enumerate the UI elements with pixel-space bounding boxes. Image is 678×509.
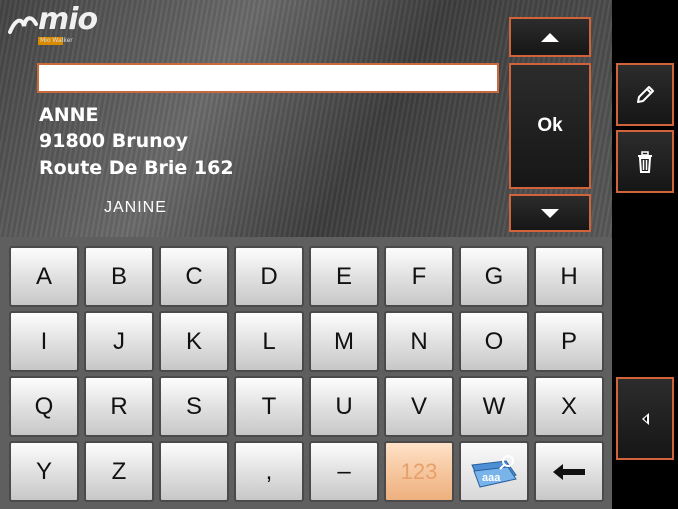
- result-city: 91800 Brunoy: [39, 130, 189, 152]
- result-street: Route De Brie 162: [39, 157, 234, 179]
- result-name: ANNE: [39, 104, 99, 126]
- key-s[interactable]: S: [159, 376, 229, 437]
- key-comma[interactable]: ,: [234, 441, 304, 502]
- key-v[interactable]: V: [384, 376, 454, 437]
- back-button[interactable]: [616, 377, 674, 460]
- key-numeric[interactable]: 123: [384, 441, 454, 502]
- key-j[interactable]: J: [84, 311, 154, 372]
- key-layout[interactable]: aaa: [459, 441, 529, 502]
- edit-button[interactable]: [616, 63, 674, 126]
- scroll-down-button[interactable]: [509, 194, 591, 232]
- result-contact: JANINE: [104, 199, 167, 216]
- scroll-up-button[interactable]: [509, 17, 591, 57]
- key-p[interactable]: P: [534, 311, 604, 372]
- key-i[interactable]: I: [9, 311, 79, 372]
- key-k[interactable]: K: [159, 311, 229, 372]
- logo-text: mio: [38, 2, 98, 37]
- mio-logo: mio Mio Walker: [8, 2, 108, 48]
- key-z[interactable]: Z: [84, 441, 154, 502]
- key-q[interactable]: Q: [9, 376, 79, 437]
- key-l[interactable]: L: [234, 311, 304, 372]
- on-screen-keyboard: A B C D E F G H I J K L M N O P Q R S T …: [0, 237, 612, 509]
- key-a[interactable]: A: [9, 246, 79, 307]
- key-y[interactable]: Y: [9, 441, 79, 502]
- key-d[interactable]: D: [234, 246, 304, 307]
- logo-subtitle: Mio Walker: [38, 37, 100, 45]
- svg-text:aaa: aaa: [482, 472, 501, 484]
- key-c[interactable]: C: [159, 246, 229, 307]
- key-dash[interactable]: –: [309, 441, 379, 502]
- key-n[interactable]: N: [384, 311, 454, 372]
- keyboard-layout-icon: aaa: [471, 454, 517, 488]
- key-space[interactable]: [159, 441, 229, 502]
- trash-icon: [638, 150, 652, 173]
- key-u[interactable]: U: [309, 376, 379, 437]
- backspace-arrow-icon: [553, 463, 585, 480]
- arrow-up-icon: [541, 32, 559, 42]
- arrow-left-icon: [641, 412, 649, 425]
- key-f[interactable]: F: [384, 246, 454, 307]
- arrow-down-icon: [541, 208, 559, 218]
- key-h[interactable]: H: [534, 246, 604, 307]
- ok-button[interactable]: Ok: [509, 63, 591, 189]
- key-r[interactable]: R: [84, 376, 154, 437]
- key-backspace[interactable]: [534, 441, 604, 502]
- search-input[interactable]: [37, 63, 499, 93]
- key-e[interactable]: E: [309, 246, 379, 307]
- ok-label: Ok: [537, 115, 563, 136]
- key-x[interactable]: X: [534, 376, 604, 437]
- key-g[interactable]: G: [459, 246, 529, 307]
- key-b[interactable]: B: [84, 246, 154, 307]
- key-o[interactable]: O: [459, 311, 529, 372]
- key-t[interactable]: T: [234, 376, 304, 437]
- delete-button[interactable]: [616, 130, 674, 193]
- key-m[interactable]: M: [309, 311, 379, 372]
- pencil-icon: [637, 85, 654, 103]
- key-w[interactable]: W: [459, 376, 529, 437]
- logo-swoosh-icon: [8, 16, 38, 34]
